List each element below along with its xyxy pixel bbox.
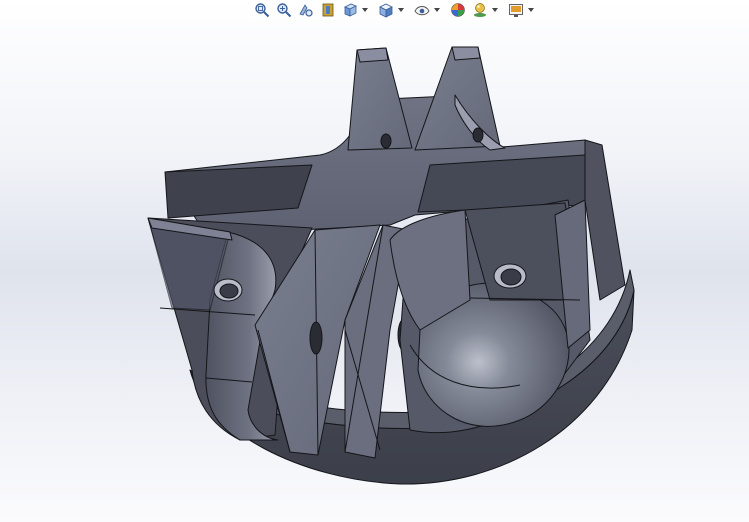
- graphics-area[interactable]: [0, 20, 749, 522]
- 3d-part-model[interactable]: [0, 0, 749, 522]
